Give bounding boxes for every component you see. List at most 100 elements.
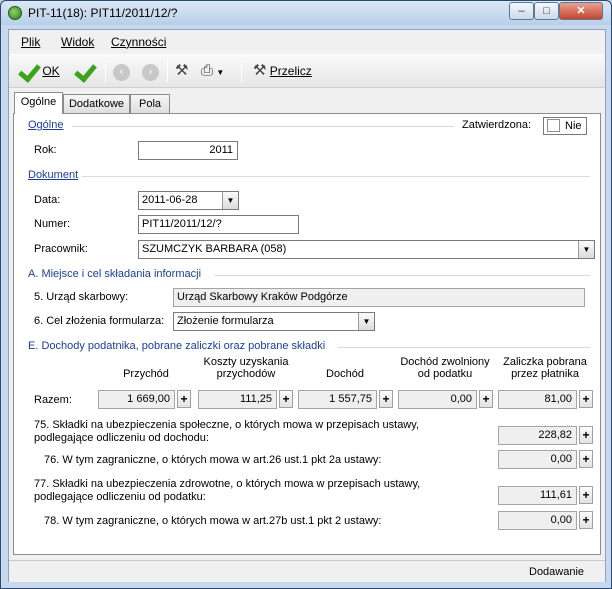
chevron-down-icon: ▼ <box>216 68 225 77</box>
number-field[interactable]: PIT11/2011/12/? <box>138 215 299 234</box>
close-button[interactable]: ✕ <box>559 2 603 20</box>
approved-value: Nie <box>565 120 582 132</box>
chevron-down-icon[interactable]: ▼ <box>578 241 594 258</box>
column-net-header: Dochód <box>326 368 364 380</box>
ok-label: OK <box>42 64 60 78</box>
total-costs-plus-button[interactable]: + <box>279 390 293 408</box>
arrow-right-icon: › <box>142 64 159 81</box>
recalculate-button[interactable]: ⚒ Przelicz <box>253 60 312 82</box>
total-advance-plus-button[interactable]: + <box>579 390 593 408</box>
toolbar: OK ‹ › ⚒ ⎙ ▼ ⚒ Przelicz <box>9 54 605 88</box>
column-costs-header: Koszty uzyskania przychodów <box>198 356 294 380</box>
menu-file[interactable]: Plik <box>21 35 40 49</box>
tab-additional[interactable]: Dodatkowe <box>63 94 130 113</box>
line76-label: 76. W tym zagraniczne, o których mowa w … <box>44 454 382 466</box>
purpose-label: 6. Cel złożenia formularza: <box>34 315 165 327</box>
divider <box>82 176 590 177</box>
total-income-field: 1 669,00 <box>98 390 175 409</box>
check-icon <box>17 60 39 82</box>
date-value: 2011-06-28 <box>142 194 198 206</box>
column-income-header: Przychód <box>123 368 169 380</box>
purpose-select[interactable]: Złożenie formularza ▼ <box>173 312 375 331</box>
employee-select[interactable]: SZUMCZYK BARBARA (058) ▼ <box>138 240 595 259</box>
line76-field: 0,00 <box>498 450 577 469</box>
column-exempt-header-line2: od podatku <box>417 368 473 380</box>
divider <box>214 275 590 276</box>
divider <box>338 347 590 348</box>
total-exempt-field: 0,00 <box>398 390 477 409</box>
recalculate-label: Przelicz <box>269 64 312 78</box>
toolbar-separator <box>241 60 242 82</box>
minimize-button[interactable]: – <box>509 2 534 20</box>
employee-label: Pracownik: <box>34 243 88 255</box>
totals-label: Razem: <box>34 394 72 406</box>
year-field[interactable]: 2011 <box>138 141 238 160</box>
line75-plus-button[interactable]: + <box>579 426 593 444</box>
line77-label-1: 77. Składki na ubezpieczenia zdrowotne, … <box>34 478 421 490</box>
toolbar-separator <box>105 60 106 82</box>
previous-button[interactable]: ‹ <box>113 60 130 82</box>
column-advance-header-line1: Zaliczka pobrana <box>503 356 587 368</box>
section-title-e: E. Dochody podatnika, pobrane zaliczki o… <box>28 340 326 352</box>
total-exempt-plus-button[interactable]: + <box>479 390 493 408</box>
line75-label-1: 75. Składki na ubezpieczenia społeczne, … <box>34 419 419 431</box>
tools-icon: ⚒ <box>175 62 189 79</box>
ok-button[interactable]: OK <box>17 60 60 82</box>
total-income-plus-button[interactable]: + <box>177 390 191 408</box>
section-title-general: Ogólne <box>28 119 64 131</box>
tab-fields[interactable]: Pola <box>130 94 170 113</box>
section-title-document: Dokument <box>28 169 79 181</box>
ok-new-button[interactable] <box>73 60 95 82</box>
approved-checkbox[interactable] <box>547 119 560 132</box>
printer-icon: ⎙ <box>201 62 214 79</box>
next-button[interactable]: › <box>142 60 159 82</box>
total-net-plus-button[interactable]: + <box>379 390 393 408</box>
column-costs-header-line2: przychodów <box>216 368 276 380</box>
date-field[interactable]: 2011-06-28 ▼ <box>138 191 239 210</box>
approved-checkbox-group[interactable]: Nie <box>543 117 587 135</box>
total-net-field: 1 557,75 <box>298 390 377 409</box>
date-label: Data: <box>34 194 61 206</box>
line75-field: 228,82 <box>498 426 577 445</box>
column-advance-header-line2: przez płatnika <box>511 368 579 380</box>
app-icon <box>8 6 22 20</box>
tab-general[interactable]: Ogólne <box>14 92 63 114</box>
status-bar: Dodawanie <box>9 560 605 582</box>
column-exempt-header: Dochód zwolniony od podatku <box>396 356 494 380</box>
maximize-button[interactable]: □ <box>534 2 559 20</box>
approved-label: Zatwierdzona: <box>462 119 532 131</box>
menu-bar: Plik Widok Czynności <box>9 30 605 52</box>
status-mode: Dodawanie <box>529 566 585 578</box>
line78-field: 0,00 <box>498 511 577 530</box>
employee-value: SZUMCZYK BARBARA (058) <box>142 243 287 255</box>
column-costs-header-line1: Koszty uzyskania <box>203 356 289 368</box>
tools-button[interactable]: ⚒ <box>175 60 188 82</box>
total-costs-field: 111,25 <box>198 390 277 409</box>
calendar-dropdown-button[interactable]: ▼ <box>222 192 238 209</box>
menu-view[interactable]: Widok <box>61 35 94 49</box>
column-advance-header: Zaliczka pobrana przez płatnika <box>496 356 594 380</box>
purpose-value: Złożenie formularza <box>177 315 274 327</box>
number-label: Numer: <box>34 218 71 230</box>
line77-plus-button[interactable]: + <box>579 486 593 504</box>
tax-office-field: Urząd Skarbowy Kraków Podgórze <box>173 288 585 307</box>
year-label: Rok: <box>34 144 57 156</box>
line77-field: 111,61 <box>498 486 577 505</box>
print-button[interactable]: ⎙ ▼ <box>201 60 224 82</box>
form-panel: Ogólne Zatwierdzona: Nie Rok: 2011 Dokum… <box>13 113 601 555</box>
line75-label-2: podlegające odliczeniu od dochodu: <box>34 432 209 444</box>
app-window: PIT-11(18): PIT11/2011/12/? – □ ✕ Plik W… <box>0 0 612 589</box>
title-bar[interactable]: PIT-11(18): PIT11/2011/12/? – □ ✕ <box>1 1 611 25</box>
chevron-down-icon[interactable]: ▼ <box>358 313 374 330</box>
section-title-a: A. Miejsce i cel składania informacji <box>28 268 202 280</box>
menu-actions[interactable]: Czynności <box>111 35 166 49</box>
window-title: PIT-11(18): PIT11/2011/12/? <box>28 6 178 20</box>
tax-office-label: 5. Urząd skarbowy: <box>34 291 129 303</box>
total-advance-field: 81,00 <box>498 390 577 409</box>
line78-plus-button[interactable]: + <box>579 511 593 529</box>
check-plus-icon <box>73 60 95 82</box>
line78-label: 78. W tym zagraniczne, o których mowa w … <box>44 515 382 527</box>
line76-plus-button[interactable]: + <box>579 450 593 468</box>
calculator-tools-icon: ⚒ <box>253 62 267 79</box>
window-client: Plik Widok Czynności OK ‹ › ⚒ ⎙ ▼ ⚒ Prze… <box>8 29 606 582</box>
